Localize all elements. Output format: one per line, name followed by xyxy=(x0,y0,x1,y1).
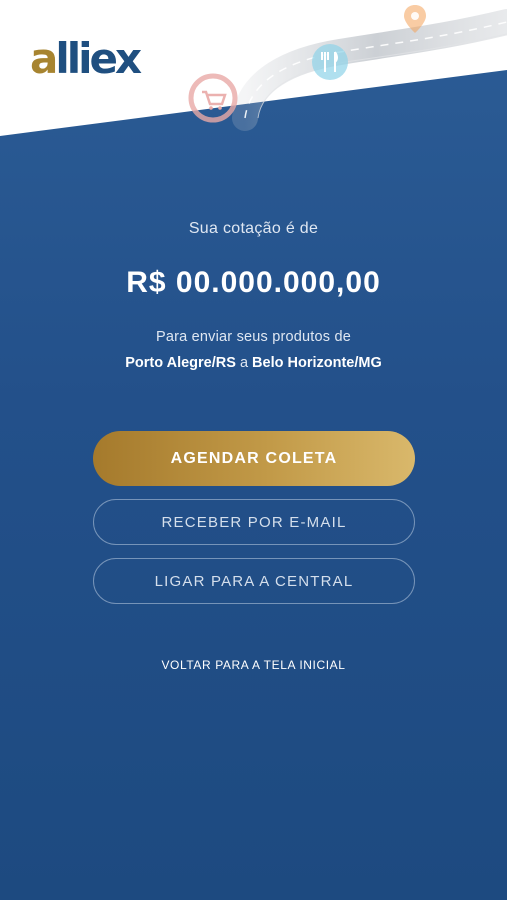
header-area: alliex xyxy=(0,0,507,140)
quote-price: R$ 00.000.000,00 xyxy=(126,266,381,299)
schedule-pickup-button[interactable]: AGENDAR COLETA xyxy=(93,431,415,486)
alliex-logo: alliex xyxy=(30,34,142,84)
route-destination: Belo Horizonte/MG xyxy=(252,355,382,371)
logo-letter-a: a xyxy=(30,34,58,83)
call-central-button[interactable]: LIGAR PARA A CENTRAL xyxy=(93,558,415,604)
route-origin: Porto Alegre/RS xyxy=(125,355,236,371)
restaurant-icon xyxy=(312,44,348,80)
back-to-home-link[interactable]: VOLTAR PARA A TELA INICIAL xyxy=(0,658,507,672)
logo-letters-rest: lliex xyxy=(55,34,142,83)
quote-route: Porto Alegre/RS a Belo Horizonte/MG xyxy=(0,355,507,371)
quote-send-line: Para enviar seus produtos de xyxy=(155,329,352,345)
receive-by-email-button[interactable]: RECEBER POR E-MAIL xyxy=(93,499,415,545)
quote-intro-text: Sua cotação é de xyxy=(188,220,319,237)
route-connector: a xyxy=(239,355,249,371)
